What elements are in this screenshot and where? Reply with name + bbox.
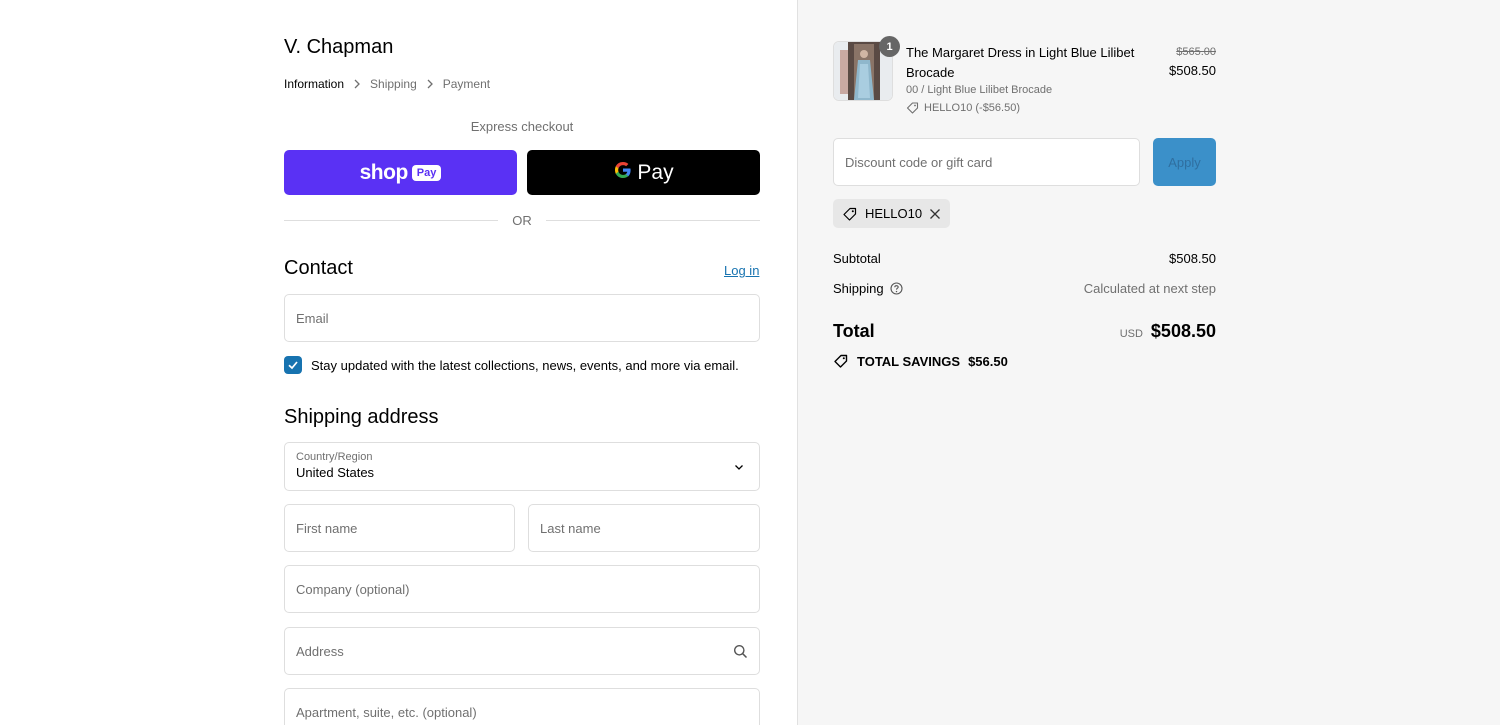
applied-discount-tag: HELLO10 [833,199,951,228]
apartment-field[interactable]: Apartment, suite, etc. (optional) [284,688,760,725]
breadcrumb-information: Information [284,77,345,91]
company-field[interactable]: Company (optional) [284,565,760,613]
first-name-field[interactable]: First name [284,504,515,552]
breadcrumb-payment[interactable]: Payment [443,77,490,91]
address-placeholder: Address [296,643,344,659]
newsletter-checkbox[interactable] [284,356,302,374]
company-placeholder: Company (optional) [296,581,410,597]
apply-button[interactable]: Apply [1153,138,1216,186]
login-link[interactable]: Log in [724,263,759,278]
subtotal-value: $508.50 [1169,251,1216,266]
subtotal-label: Subtotal [833,251,881,266]
google-g-icon [613,160,633,185]
store-name[interactable]: V. Chapman [284,36,393,59]
address-field[interactable]: Address [284,627,760,675]
country-value: United States [296,465,375,480]
total-savings-value: $56.50 [968,353,1008,369]
discount-code-placeholder: Discount code or gift card [845,154,993,170]
discount-code-field[interactable]: Discount code or gift card [833,138,1140,186]
total-row: Total USD $508.50 [833,321,1216,342]
divider-line [284,220,499,221]
total-amount: $508.50 [1150,321,1216,341]
last-name-field[interactable]: Last name [528,504,760,552]
chevron-right-icon [417,79,443,89]
country-label: Country/Region [296,451,373,463]
product-discount-text: HELLO10 (-$56.50) [924,101,1020,114]
total-amount-group: USD $508.50 [1120,321,1216,342]
product-variant: 00 / Light Blue Lilibet Brocade [906,84,1053,96]
breadcrumb: Information Shipping Payment [284,77,490,91]
quantity-badge: 1 [879,36,900,57]
cart-line-item: 1 The Margaret Dress in Light Blue Lilib… [833,36,1216,120]
applied-discount-code: HELLO10 [865,206,923,221]
divider-line [545,220,760,221]
currency-code: USD [1119,328,1143,340]
tag-icon [906,102,919,114]
original-price: $565.00 [1176,46,1216,58]
contact-title: Contact [284,257,353,279]
chevron-down-icon [735,465,743,470]
apartment-placeholder: Apartment, suite, etc. (optional) [296,704,477,720]
country-select[interactable]: Country/Region United States [284,442,760,491]
or-text: OR [512,213,532,228]
google-pay-button[interactable]: Pay [527,150,760,195]
first-name-placeholder: First name [296,520,358,536]
product-discount: HELLO10 (-$56.50) [906,101,1020,114]
breadcrumb-shipping[interactable]: Shipping [370,77,417,91]
total-savings-label: TOTAL SAVINGS [857,353,961,369]
discounted-price: $508.50 [1169,63,1216,78]
shipping-value: Calculated at next step [1083,281,1216,296]
checkout-main-column: V. Chapman Information Shipping Payment … [0,0,797,725]
shop-pay-chip: Pay [411,164,442,181]
tag-icon [843,207,857,221]
or-divider: OR [284,213,760,228]
help-icon[interactable] [890,282,903,295]
email-placeholder: Email [296,310,329,326]
newsletter-label: Stay updated with the latest collections… [311,357,739,373]
product-name: The Margaret Dress in Light Blue Lilibet… [906,45,1135,80]
shipping-row: Shipping Calculated at next step [833,281,1216,296]
newsletter-option[interactable]: Stay updated with the latest collections… [284,356,739,374]
shop-pay-button[interactable]: shop Pay [284,150,517,195]
last-name-placeholder: Last name [540,520,601,536]
total-savings: TOTAL SAVINGS $56.50 [833,353,1008,369]
shipping-label-group: Shipping [833,281,903,296]
close-icon[interactable] [929,208,941,220]
chevron-right-icon [344,79,370,89]
tag-icon [834,354,848,368]
checkmark-icon [288,361,298,370]
total-label: Total [833,321,875,341]
shipping-address-title: Shipping address [284,406,439,428]
email-field[interactable]: Email [284,294,760,342]
express-checkout-label: Express checkout [470,119,574,134]
subtotal-row: Subtotal $508.50 [833,251,1216,266]
shop-pay-wordmark: shop [359,160,409,184]
shipping-label: Shipping [833,281,884,296]
search-icon[interactable] [732,643,748,659]
google-pay-text: Pay [637,160,674,184]
